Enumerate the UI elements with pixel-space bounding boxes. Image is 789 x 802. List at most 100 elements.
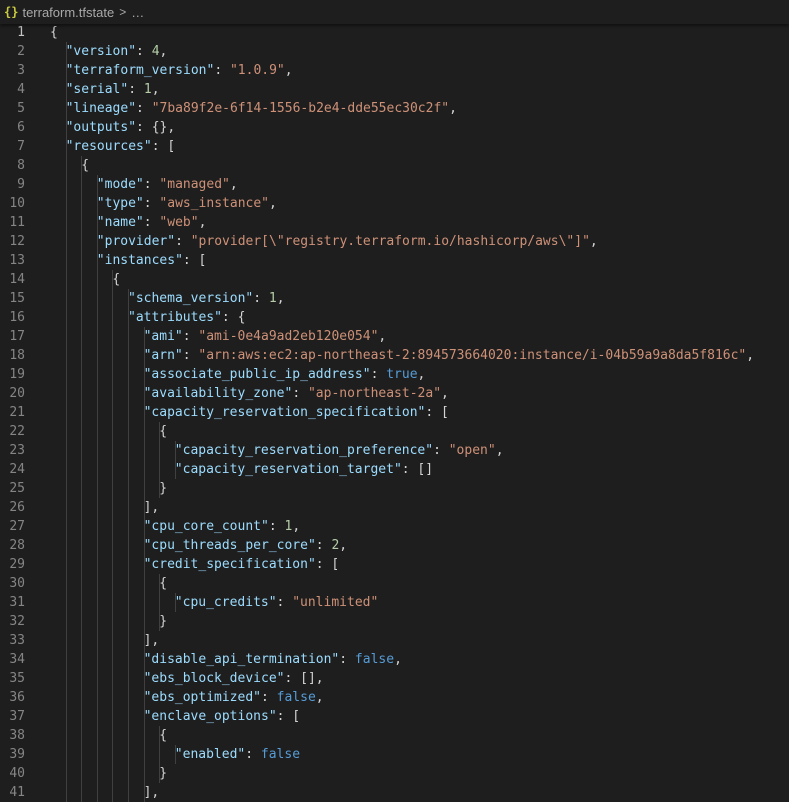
code-line[interactable]: 16 "attributes": { xyxy=(0,308,789,327)
indent-guide xyxy=(96,726,98,745)
indent-guide xyxy=(112,688,114,707)
code-line[interactable]: 36 "ebs_optimized": false, xyxy=(0,688,789,707)
code-token: : xyxy=(143,196,160,211)
indent-guide xyxy=(81,441,83,460)
code-line[interactable]: 7 "resources": [ xyxy=(0,137,789,156)
code-line[interactable]: 11 "name": "web", xyxy=(0,213,789,232)
code-line[interactable]: 38 { xyxy=(0,726,789,745)
indent-guide xyxy=(128,479,129,498)
code-line[interactable]: 21 "capacity_reservation_specification": … xyxy=(0,403,789,422)
code-line[interactable]: 22 { xyxy=(0,422,789,441)
code-line[interactable]: 3 "terraform_version": "1.0.9", xyxy=(0,61,789,80)
code-text: "ebs_block_device": [], xyxy=(144,669,324,688)
code-line[interactable]: 20 "availability_zone": "ap-northeast-2a"… xyxy=(0,384,789,403)
code-line[interactable]: 31 "cpu_credits": "unlimited" xyxy=(0,593,789,612)
code-line[interactable]: 37 "enclave_options": [ xyxy=(0,707,789,726)
code-line[interactable]: 32} xyxy=(0,612,789,631)
indent-guide xyxy=(128,764,129,783)
code-line[interactable]: 4 "serial": 1, xyxy=(0,80,789,99)
code-text: "version": 4, xyxy=(66,42,168,61)
indent-guide xyxy=(81,688,83,707)
code-line[interactable]: 30 { xyxy=(0,574,789,593)
code-line[interactable]: 18 "arn": "arn:aws:ec2:ap-northeast-2:894… xyxy=(0,346,789,365)
code-line[interactable]: 13 "instances": [ xyxy=(0,251,789,270)
code-token: : xyxy=(175,234,191,249)
code-line[interactable]: 33], xyxy=(0,631,789,650)
code-token: } xyxy=(159,766,168,781)
indent-guide xyxy=(112,460,114,479)
code-token: : xyxy=(245,747,261,762)
code-token: 1 xyxy=(143,82,152,97)
code-text: "enclave_options": [ xyxy=(144,707,301,726)
code-line[interactable]: 19 "associate_public_ip_address": true, xyxy=(0,365,789,384)
indent-guide xyxy=(96,650,98,669)
indent-guide xyxy=(65,536,67,555)
code-line[interactable]: 2 "version": 4, xyxy=(0,42,789,61)
code-token: 4 xyxy=(151,44,160,59)
code-line[interactable]: 5 "lineage": "7ba89f2e-6f14-1556-b2e4-dde… xyxy=(0,99,789,118)
indent-guide xyxy=(96,346,98,365)
code-token: "1.0.9" xyxy=(229,63,285,78)
code-editor[interactable]: 1{2 "version": 4, 3 "terraform_version": "1… xyxy=(0,23,789,802)
code-line[interactable]: 41], xyxy=(0,783,789,802)
indent-guide xyxy=(65,498,67,517)
indent-guide xyxy=(96,460,98,479)
code-token: : { xyxy=(221,310,246,325)
code-line[interactable]: 10 "type": "aws_instance", xyxy=(0,194,789,213)
breadcrumb-file-name[interactable]: terraform.tfstate xyxy=(22,5,114,20)
code-token: , xyxy=(417,367,426,382)
indent-guide xyxy=(96,308,98,327)
code-token: , xyxy=(441,386,449,401)
code-token: : xyxy=(136,101,152,116)
indent-guide xyxy=(159,593,161,612)
indent-guide xyxy=(143,441,145,460)
code-line[interactable]: 23 "capacity_reservation_preference": "op… xyxy=(0,441,789,460)
code-text: "resources": [ xyxy=(66,137,176,156)
indent-guide xyxy=(81,555,83,574)
code-line[interactable]: 26], xyxy=(0,498,789,517)
line-number: 5 xyxy=(17,101,25,116)
code-line[interactable]: 40} xyxy=(0,764,789,783)
code-line[interactable]: 34 "disable_api_termination": false, xyxy=(0,650,789,669)
code-token: : [ xyxy=(315,557,340,572)
indent-guide xyxy=(128,384,129,403)
code-line[interactable]: 35 "ebs_block_device": [], xyxy=(0,669,789,688)
breadcrumb-more[interactable]: … xyxy=(131,5,144,20)
code-token: , xyxy=(292,519,301,534)
code-line[interactable]: 1{ xyxy=(0,23,789,42)
code-text: "capacity_reservation_target": [] xyxy=(175,460,433,479)
code-line[interactable]: 9 "mode": "managed", xyxy=(0,175,789,194)
code-line[interactable]: 29 "credit_specification": [ xyxy=(0,555,789,574)
indent-guide xyxy=(112,726,114,745)
indent-guide xyxy=(112,783,114,802)
code-line[interactable]: 14 { xyxy=(0,270,789,289)
code-line[interactable]: 6 "outputs": {}, xyxy=(0,118,789,137)
code-token: , xyxy=(269,196,277,211)
indent-guide xyxy=(81,175,83,194)
indent-guide xyxy=(81,517,83,536)
code-line[interactable]: 12 "provider": "provider[\"registry.terra… xyxy=(0,232,789,251)
indent-guide xyxy=(128,498,129,517)
code-line[interactable]: 39 "enabled": false xyxy=(0,745,789,764)
code-line[interactable]: 17 "ami": "ami-0e4a9ad2eb120e054", xyxy=(0,327,789,346)
code-token: "lineage" xyxy=(65,101,137,116)
indent-guide xyxy=(81,612,83,631)
code-text: "capacity_reservation_preference": "open… xyxy=(175,441,504,460)
code-text: "arn": "arn:aws:ec2:ap-northeast-2:89457… xyxy=(144,346,755,365)
code-line[interactable]: 24 "capacity_reservation_target": [] xyxy=(0,460,789,479)
code-token: : xyxy=(136,44,152,59)
code-token: { xyxy=(50,25,58,40)
code-token: : xyxy=(268,519,285,534)
code-token: "associate_public_ip_address" xyxy=(143,367,371,382)
code-line[interactable]: 27 "cpu_core_count": 1, xyxy=(0,517,789,536)
indent-guide xyxy=(96,783,98,802)
indent-guide xyxy=(128,460,129,479)
indent-guide xyxy=(128,669,129,688)
indent-guide xyxy=(112,536,114,555)
indent-guide xyxy=(96,612,98,631)
code-line[interactable]: 15 "schema_version": 1, xyxy=(0,289,789,308)
code-line[interactable]: 28 "cpu_threads_per_core": 2, xyxy=(0,536,789,555)
indent-guide xyxy=(112,517,114,536)
code-line[interactable]: 25} xyxy=(0,479,789,498)
code-line[interactable]: 8{ xyxy=(0,156,789,175)
